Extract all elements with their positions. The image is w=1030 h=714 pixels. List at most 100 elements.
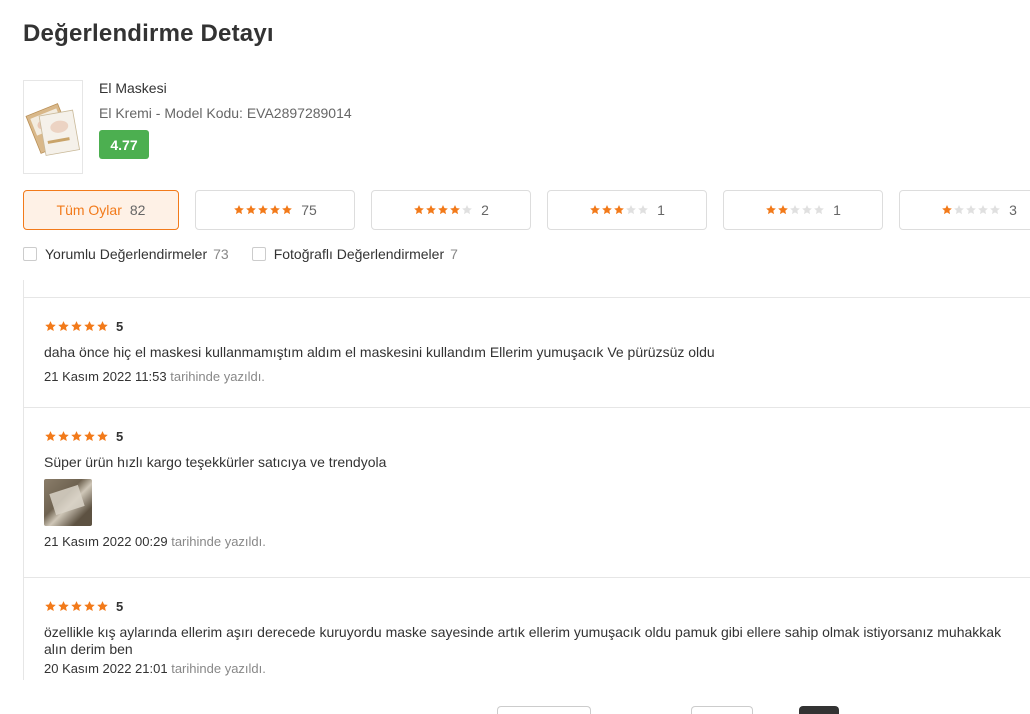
star-icon <box>766 205 776 215</box>
filter-count: 1 <box>657 202 665 218</box>
review-date-value: 20 Kasım 2022 21:01 <box>44 661 168 676</box>
star-icon <box>590 205 600 215</box>
star-icon <box>270 205 281 215</box>
star-rating <box>765 204 825 216</box>
checkbox-icon[interactable] <box>23 247 37 261</box>
review-score: 5 <box>116 318 124 334</box>
review-text: Süper ürün hızlı kargo teşekkürler satıc… <box>44 454 387 470</box>
star-icon <box>97 430 108 441</box>
star-icon <box>966 205 976 215</box>
review-rating: 5 <box>44 598 1004 614</box>
review-date: 21 Kasım 2022 00:29 tarihinde yazıldı. <box>44 534 1004 549</box>
pagination-button-active[interactable] <box>799 706 839 714</box>
star-icon <box>45 430 56 441</box>
star-icon <box>71 320 82 331</box>
review-date-value: 21 Kasım 2022 00:29 <box>44 534 168 549</box>
star-icon <box>814 205 824 215</box>
star-icon <box>602 205 612 215</box>
average-rating-badge: 4.77 <box>99 130 149 159</box>
product-name[interactable]: El Maskesi <box>99 80 167 96</box>
pagination-button[interactable] <box>497 706 591 714</box>
filter-count: 1 <box>833 202 841 218</box>
star-icon <box>638 205 648 215</box>
star-rating <box>44 600 109 613</box>
review-score: 5 <box>116 598 124 614</box>
review-item: 5 Süper ürün hızlı kargo teşekkürler sat… <box>44 429 1004 549</box>
star-icon <box>414 205 424 215</box>
review-date-suffix: tarihinde yazıldı. <box>170 369 265 384</box>
star-icon <box>84 320 95 331</box>
star-icon <box>84 600 95 611</box>
star-icon <box>58 600 69 611</box>
page-title: Değerlendirme Detayı <box>23 20 274 47</box>
review-list[interactable]: 5 daha önce hiç el maskesi kullanmamıştı… <box>23 280 1030 680</box>
star-rating <box>44 320 109 333</box>
star-icon <box>942 205 952 215</box>
checkbox-count: 7 <box>450 246 458 262</box>
review-item: 5 özellikle kış aylarında ellerim aşırı … <box>44 598 1004 677</box>
star-icon <box>246 205 257 215</box>
review-text: daha önce hiç el maskesi kullanmamıştım … <box>44 344 715 360</box>
filter-all-ratings[interactable]: Tüm Oylar 82 <box>23 190 179 230</box>
review-photo[interactable] <box>44 479 92 526</box>
filter-count: 3 <box>1009 202 1017 218</box>
star-icon <box>282 205 293 215</box>
filter-label: Tüm Oylar <box>56 202 122 218</box>
checkbox-label: Fotoğraflı Değerlendirmeler <box>273 246 445 262</box>
star-rating <box>941 204 1001 216</box>
divider <box>24 577 1030 578</box>
star-icon <box>614 205 624 215</box>
rating-filter-bar: Tüm Oylar 82 75 2 1 1 3 <box>23 190 1030 230</box>
filter-4-stars[interactable]: 2 <box>371 190 531 230</box>
star-rating <box>44 430 109 443</box>
star-icon <box>258 205 269 215</box>
star-icon <box>954 205 964 215</box>
review-rating: 5 <box>44 428 1004 444</box>
checkbox-icon[interactable] <box>251 247 266 261</box>
product-image[interactable] <box>23 80 83 174</box>
review-rating: 5 <box>44 318 1004 334</box>
pagination-button[interactable] <box>691 706 753 714</box>
filter-3-stars[interactable]: 1 <box>547 190 707 230</box>
star-icon <box>426 205 436 215</box>
review-date: 20 Kasım 2022 21:01 tarihinde yazıldı. <box>44 661 1004 676</box>
filter-5-stars[interactable]: 75 <box>195 190 355 230</box>
star-icon <box>97 320 108 331</box>
review-item: 5 daha önce hiç el maskesi kullanmamıştı… <box>44 318 1004 385</box>
star-icon <box>438 205 448 215</box>
review-date-value: 21 Kasım 2022 11:53 <box>44 369 167 384</box>
star-icon <box>790 205 800 215</box>
filter-2-stars[interactable]: 1 <box>723 190 883 230</box>
star-rating <box>413 204 473 216</box>
star-icon <box>45 600 56 611</box>
review-score: 5 <box>116 428 124 444</box>
filter-1-star[interactable]: 3 <box>899 190 1030 230</box>
star-icon <box>626 205 636 215</box>
star-rating <box>233 204 293 216</box>
star-icon <box>58 430 69 441</box>
filter-count: 75 <box>301 202 317 218</box>
checkbox-label: Yorumlu Değerlendirmeler <box>45 246 208 262</box>
star-icon <box>84 430 95 441</box>
star-icon <box>71 430 82 441</box>
star-icon <box>802 205 812 215</box>
star-rating <box>589 204 649 216</box>
divider <box>24 297 1030 298</box>
review-date: 21 Kasım 2022 11:53 tarihinde yazıldı. <box>44 369 1004 384</box>
filter-count: 82 <box>129 202 146 218</box>
star-icon <box>45 320 56 331</box>
star-icon <box>71 600 82 611</box>
filter-with-comments[interactable]: Yorumlu Değerlendirmeler 73 <box>23 246 229 262</box>
star-icon <box>450 205 460 215</box>
star-icon <box>778 205 788 215</box>
filter-count: 2 <box>481 202 489 218</box>
review-date-suffix: tarihinde yazıldı. <box>171 661 266 676</box>
filter-with-photos[interactable]: Fotoğraflı Değerlendirmeler 7 <box>251 246 458 262</box>
star-icon <box>990 205 1000 215</box>
star-icon <box>234 205 245 215</box>
star-icon <box>97 600 108 611</box>
review-text: özellikle kış aylarında ellerim aşırı de… <box>44 624 1002 657</box>
product-subtitle: El Kremi - Model Kodu: EVA2897289014 <box>99 105 352 121</box>
star-icon <box>462 205 472 215</box>
review-date-suffix: tarihinde yazıldı. <box>171 534 266 549</box>
